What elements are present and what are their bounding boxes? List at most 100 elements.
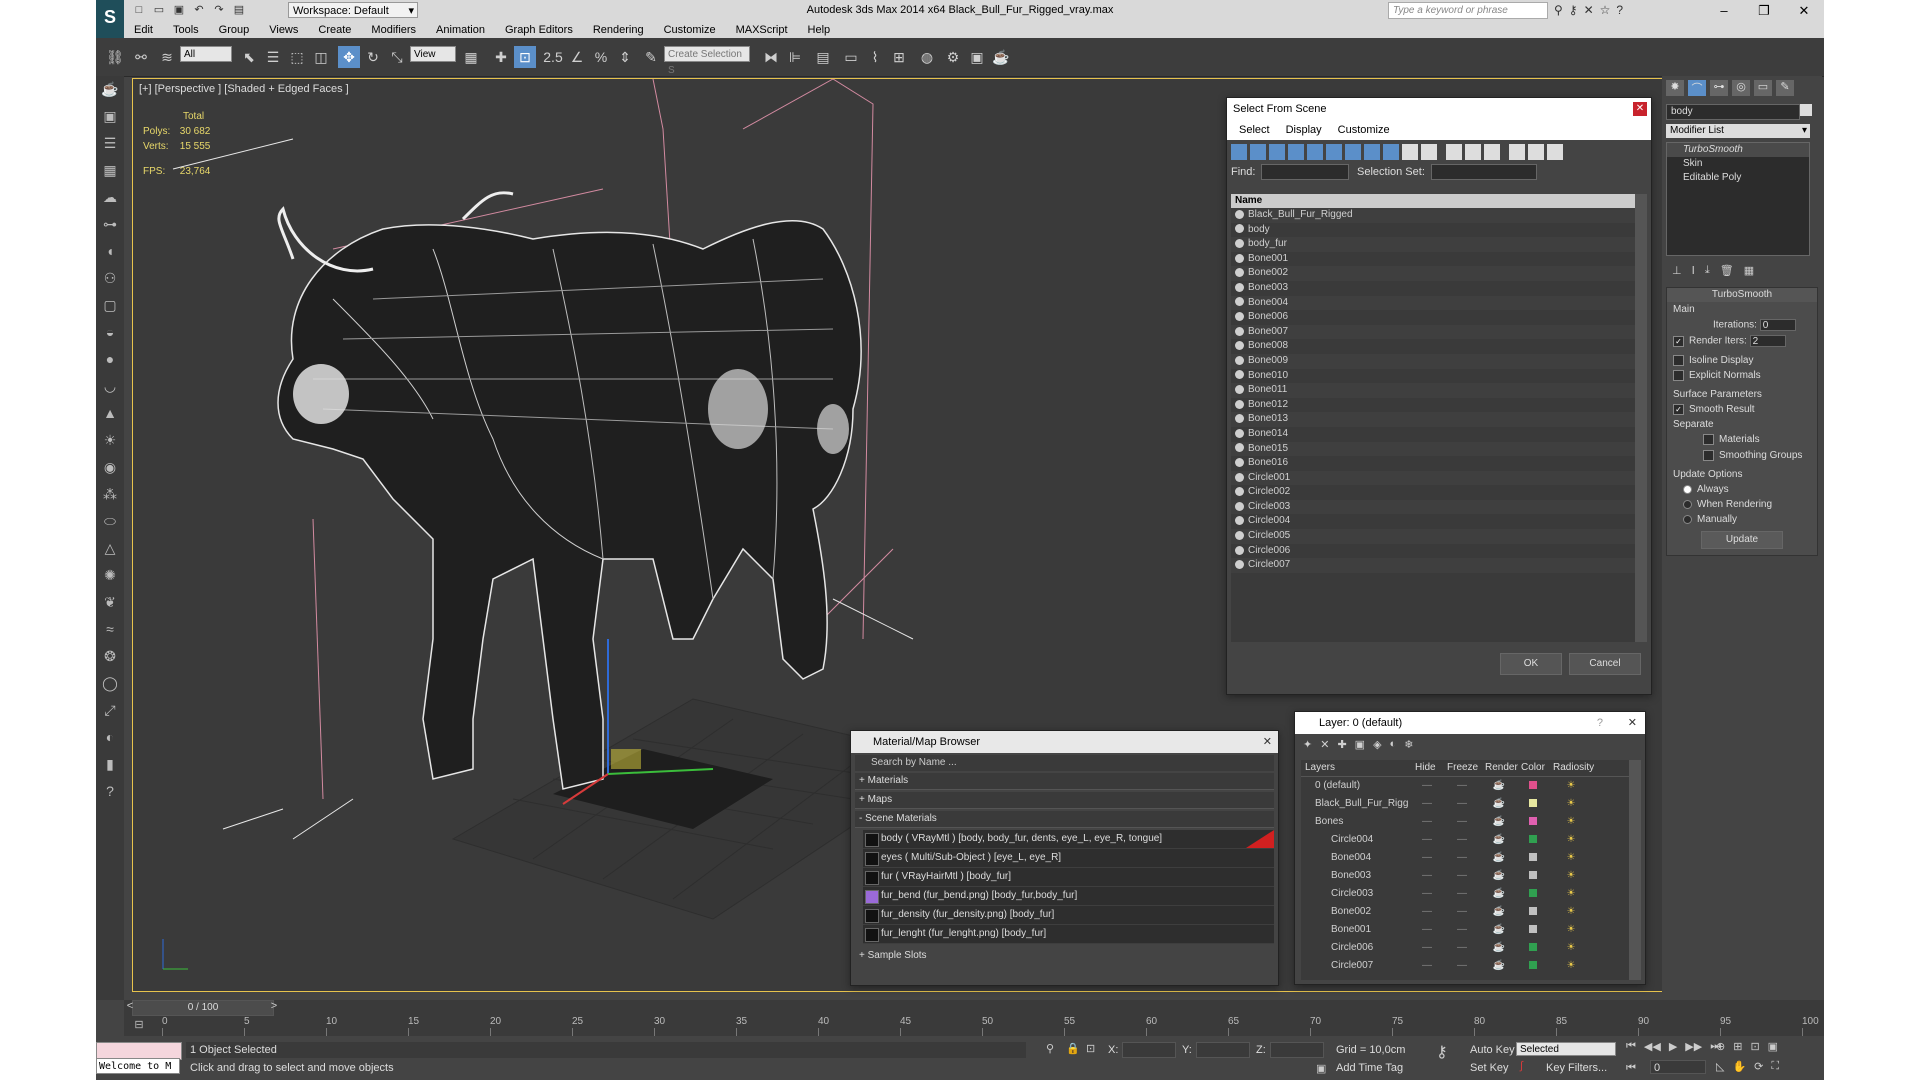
material-editor-icon[interactable]: ◍	[916, 46, 938, 68]
project-folder-icon[interactable]: ▤	[232, 3, 246, 17]
mini-curve-editor-icon[interactable]: ⊟	[124, 1018, 154, 1034]
modify-tab-icon[interactable]: ⌒	[1688, 80, 1706, 96]
layer-freeze-toggle[interactable]: —	[1443, 939, 1481, 957]
menu-views[interactable]: Views	[259, 22, 308, 38]
layer-row[interactable]: Circle004— — ☕ ☀	[1301, 831, 1629, 849]
add-to-layer-icon[interactable]: ✚	[1337, 738, 1346, 752]
field-of-view-icon[interactable]: ◺	[1716, 1060, 1724, 1073]
pyramid-icon[interactable]: △	[96, 535, 124, 562]
create-layer-icon[interactable]: ✦	[1303, 738, 1312, 752]
layer-hide-toggle[interactable]: —	[1411, 795, 1443, 813]
earth-icon[interactable]: ◐	[96, 724, 124, 751]
layer-render-toggle[interactable]: ☕	[1481, 903, 1517, 921]
turbosmooth-rollout-title[interactable]: TurboSmooth	[1667, 288, 1817, 302]
pan-icon[interactable]: ✋	[1732, 1060, 1746, 1073]
sphere-icon[interactable]: ●	[96, 346, 124, 373]
layer-freeze-toggle[interactable]: —	[1443, 957, 1481, 975]
geo-sphere-icon[interactable]: ✺	[96, 562, 124, 589]
layer-hide-toggle[interactable]: —	[1411, 885, 1443, 903]
helpers-filter-icon[interactable]	[1307, 144, 1323, 160]
graphite-ribbon-icon[interactable]: ▭	[840, 46, 862, 68]
motion-tab-icon[interactable]: ◎	[1732, 80, 1750, 96]
layer-hide-toggle[interactable]: —	[1411, 849, 1443, 867]
plant-icon[interactable]: ❦	[96, 589, 124, 616]
when-rendering-radio[interactable]	[1683, 499, 1692, 509]
layer-render-toggle[interactable]: ☕	[1481, 885, 1517, 903]
close-icon[interactable]: ✕	[1628, 712, 1637, 734]
close-icon[interactable]: ✕	[1263, 731, 1272, 753]
app-logo-icon[interactable]: S	[96, 0, 124, 38]
key-icon[interactable]: ⚷	[1569, 3, 1578, 17]
object-color-swatch[interactable]	[1800, 104, 1812, 116]
name-column-header[interactable]: Name	[1231, 194, 1635, 208]
rendered-frame-window-icon[interactable]: ▣	[966, 46, 988, 68]
select-invert-icon[interactable]	[1484, 144, 1500, 160]
hide-all-icon[interactable]: ◐	[1390, 738, 1397, 752]
menu-group[interactable]: Group	[209, 22, 260, 38]
layer-color-cell[interactable]	[1517, 939, 1549, 957]
layer-hide-toggle[interactable]: —	[1411, 867, 1443, 885]
layer-freeze-toggle[interactable]: —	[1443, 885, 1481, 903]
redo-icon[interactable]: ↷	[212, 3, 226, 17]
configure-sets-icon[interactable]: ▦	[1744, 264, 1754, 277]
open-file-icon[interactable]: ▭	[152, 3, 166, 17]
spinner-snap-icon[interactable]: ⇕	[614, 46, 636, 68]
layer-hide-toggle[interactable]: —	[1411, 831, 1443, 849]
layer-freeze-toggle[interactable]: —	[1443, 867, 1481, 885]
binoculars-icon[interactable]: ⚲	[1554, 3, 1563, 17]
bowl-icon[interactable]: ◡	[96, 373, 124, 400]
pin-stack-icon[interactable]: ⊥	[1672, 264, 1682, 277]
layer-freeze-toggle[interactable]: —	[1443, 813, 1481, 831]
scene-object-row[interactable]: Circle005	[1231, 529, 1635, 544]
layer-hide-toggle[interactable]: —	[1411, 939, 1443, 957]
manually-radio[interactable]	[1683, 514, 1692, 524]
iterations-spinner[interactable]: 0	[1759, 319, 1796, 331]
layer-hide-toggle[interactable]: —	[1411, 957, 1443, 975]
play-icon[interactable]: ▶	[1669, 1040, 1677, 1053]
scene-material-row[interactable]: fur_density (fur_density.png) [body_fur]	[863, 906, 1274, 925]
next-frame-arrow-icon[interactable]: >	[268, 1000, 280, 1014]
layer-freeze-toggle[interactable]: —	[1443, 777, 1481, 795]
bull-model[interactable]	[277, 191, 862, 790]
selection-set-dropdown[interactable]	[1431, 164, 1537, 180]
align-icon[interactable]: ⊫	[784, 46, 806, 68]
layer-row[interactable]: Bone002— — ☕ ☀	[1301, 903, 1629, 921]
orbit-icon[interactable]: ⟳	[1754, 1060, 1763, 1073]
add-time-tag[interactable]: Add Time Tag	[1336, 1062, 1403, 1074]
sfs-menu-select[interactable]: Select	[1239, 120, 1270, 140]
layer-render-toggle[interactable]: ☕	[1481, 831, 1517, 849]
layer-row[interactable]: Black_Bull_Fur_Rigg — — ☕ ☀	[1301, 795, 1629, 813]
next-frame-icon[interactable]: ▶▶	[1685, 1040, 1702, 1053]
cone-icon[interactable]: ▲	[96, 400, 124, 427]
disc-icon[interactable]: ◉	[96, 454, 124, 481]
exchange-icon[interactable]: ✕	[1584, 3, 1594, 17]
set-key-icon[interactable]: ⚷	[1436, 1042, 1448, 1062]
set-key-button[interactable]: Set Key	[1470, 1062, 1509, 1074]
curve-editor-icon[interactable]: ⌇	[864, 46, 886, 68]
particles-icon[interactable]: ⁂	[96, 481, 124, 508]
update-button[interactable]: Update	[1701, 530, 1783, 549]
select-object-icon[interactable]: ⬉	[238, 46, 260, 68]
selection-filter-dropdown[interactable]: All	[180, 46, 232, 62]
scene-material-row[interactable]: body ( VRayMtl ) [body, body_fur, dents,…	[863, 830, 1274, 849]
shapes-filter-icon[interactable]	[1250, 144, 1266, 160]
find-input[interactable]	[1261, 164, 1349, 180]
layer-radiosity-icon[interactable]: ☀	[1549, 957, 1593, 975]
remove-modifier-icon[interactable]: 🗑	[1720, 264, 1734, 277]
layer-render-toggle[interactable]: ☕	[1481, 939, 1517, 957]
layer-column-color[interactable]: Color	[1517, 760, 1549, 776]
scale-icon[interactable]: ⤢	[96, 697, 124, 724]
always-radio[interactable]	[1683, 484, 1692, 494]
layer-row[interactable]: 0 (default) — — ☕ ☀	[1301, 777, 1629, 795]
layer-render-toggle[interactable]: ☕	[1481, 957, 1517, 975]
render-setup-icon[interactable]: ⚙	[942, 46, 964, 68]
lights-filter-icon[interactable]	[1269, 144, 1285, 160]
material-group-header[interactable]: - Scene Materials	[855, 811, 1274, 828]
modifier-stack-item[interactable]: Skin	[1667, 157, 1809, 171]
separate-materials-checkbox[interactable]	[1703, 434, 1714, 446]
layer-hide-toggle[interactable]: —	[1411, 813, 1443, 831]
current-frame-field[interactable]: 0	[1650, 1060, 1706, 1074]
spacewarps-filter-icon[interactable]	[1326, 144, 1342, 160]
robot-icon[interactable]: ⚇	[96, 265, 124, 292]
containers-filter-icon[interactable]	[1402, 144, 1418, 160]
